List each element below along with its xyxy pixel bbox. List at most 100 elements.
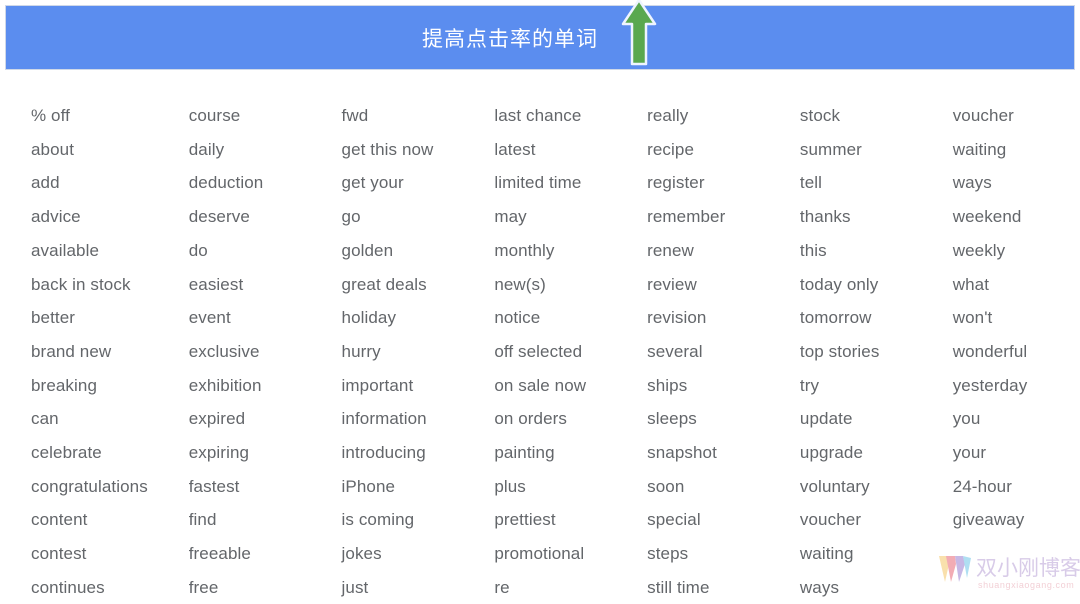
word-item: fwd [341, 106, 369, 125]
word-item: still time [647, 577, 710, 597]
word-item: this [799, 240, 827, 260]
word-item: special [647, 510, 701, 530]
word-item: freeable [188, 544, 251, 564]
word-item: limited time [494, 173, 582, 193]
word-item: daily [188, 139, 225, 159]
word-item: promotional [494, 544, 585, 564]
word-item: steps [647, 544, 689, 564]
word-item: 24-hour [952, 476, 1012, 496]
word-item: available [31, 240, 100, 260]
word-item: course [188, 106, 241, 125]
word-item: giveaway [952, 510, 1025, 530]
word-item: remember [647, 207, 726, 227]
word-item: ways [952, 173, 992, 193]
word-item: exclusive [188, 341, 260, 361]
word-item: latest [494, 139, 536, 159]
word-item: better [31, 308, 76, 328]
word-item: % off [31, 106, 70, 125]
word-item: soon [647, 476, 685, 496]
word-item: tomorrow [799, 308, 872, 328]
word-item: content [31, 510, 88, 530]
word-item: your [952, 443, 987, 463]
word-item: holiday [341, 308, 397, 328]
word-item: thanks [799, 207, 851, 227]
word-item: contest [31, 544, 87, 564]
word-item: yesterday [952, 375, 1028, 395]
word-item: free [188, 577, 219, 597]
word-item: get your [341, 173, 404, 193]
word-item: expired [188, 409, 246, 429]
word-item: iPhone [341, 476, 396, 496]
word-item: voluntary [799, 476, 870, 496]
word-item: register [647, 173, 705, 193]
word-item: try [799, 375, 820, 395]
word-item: do [188, 240, 208, 260]
word-item: recipe [647, 139, 695, 159]
word-item: jokes [341, 544, 382, 564]
word-item: ships [647, 375, 688, 395]
word-item: ways [799, 577, 840, 597]
word-item: congratulations [31, 476, 148, 496]
word-item: weekend [952, 207, 1022, 227]
page-title: 提高点击率的单词 [422, 26, 598, 51]
word-item: monthly [494, 240, 555, 260]
word-item: deduction [188, 173, 264, 193]
word-item: back in stock [31, 274, 131, 294]
word-item: wonderful [952, 341, 1028, 361]
word-column-7: voucher waiting ways weekend weekly what… [953, 99, 1071, 604]
word-item: new(s) [494, 274, 546, 294]
word-item: great deals [341, 274, 427, 294]
word-item: off selected [494, 341, 583, 361]
word-item: re [494, 577, 510, 597]
word-item: update [799, 409, 853, 429]
word-item: add [31, 173, 60, 193]
word-item: prettiest [494, 510, 556, 530]
word-item: tell [799, 173, 823, 193]
word-item: renew [647, 240, 694, 260]
word-item: hurry [341, 341, 381, 361]
word-item: weekly [952, 240, 1006, 260]
word-item: introducing [341, 443, 426, 463]
word-item: summer [799, 139, 862, 159]
header-banner-inner: 提高点击率的单词 [6, 6, 1074, 69]
word-item: several [647, 341, 703, 361]
word-column-6: stock summer tell thanks this today only… [800, 99, 953, 604]
word-item: you [952, 409, 981, 429]
word-item: today only [799, 274, 879, 294]
header-banner: 提高点击率的单词 [5, 5, 1075, 70]
word-item: easiest [188, 274, 244, 294]
word-item: deserve [188, 207, 250, 227]
word-item: find [188, 510, 217, 530]
word-item: sleeps [647, 409, 697, 429]
word-item: golden [341, 240, 394, 260]
word-item: review [647, 274, 697, 294]
word-item: advice [31, 207, 81, 227]
word-item: get this now [341, 139, 434, 159]
word-item: information [341, 409, 427, 429]
arrow-up-icon [621, 0, 657, 66]
word-item: stock [799, 106, 841, 125]
word-item: snapshot [647, 443, 717, 463]
word-item: go [341, 207, 361, 227]
word-item: about [31, 139, 75, 159]
word-column-3: fwd get this now get your go golden grea… [342, 99, 495, 604]
word-item: on sale now [494, 375, 587, 395]
word-item: breaking [31, 375, 98, 395]
word-list-grid: % off about add advice available back in… [31, 99, 1071, 604]
word-item: revision [647, 308, 707, 328]
word-column-4: last chance latest limited time may mont… [494, 99, 647, 604]
word-item: what [952, 274, 990, 294]
word-item: exhibition [188, 375, 262, 395]
word-item: notice [494, 308, 541, 328]
word-column-2: course daily deduction deserve do easies… [189, 99, 342, 604]
word-item: upgrade [799, 443, 863, 463]
word-item: plus [494, 476, 526, 496]
word-item: may [494, 207, 527, 227]
page-root: 提高点击率的单词 % off about add advice availabl… [0, 0, 1080, 604]
word-item: event [188, 308, 231, 328]
word-item: waiting [799, 544, 854, 564]
word-column-5: really recipe register remember renew re… [647, 99, 800, 604]
word-item: can [31, 409, 59, 429]
word-item: waiting [952, 139, 1007, 159]
word-item: voucher [799, 510, 862, 530]
